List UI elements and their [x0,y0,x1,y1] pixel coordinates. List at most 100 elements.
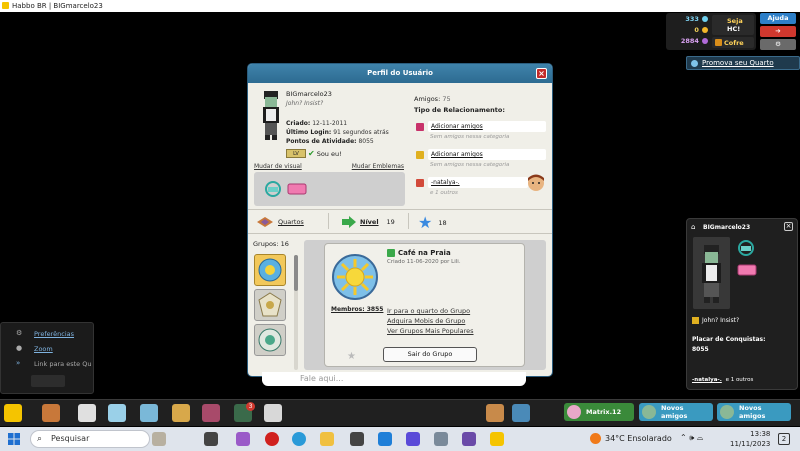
close-button[interactable]: × [536,68,547,79]
friend-avatar-icon [720,405,734,419]
info-relation-more: e 1 outros [725,377,754,383]
room-link-button[interactable] [31,375,65,387]
catalog-icon[interactable] [78,404,96,422]
habbo-menu-icon[interactable] [4,404,22,422]
mask-badge-icon [265,181,281,197]
logout-button[interactable]: ➔ [760,26,796,37]
rocket-app-icon[interactable] [462,432,476,446]
settings-button[interactable]: ⚙ [760,39,796,50]
shop-icon[interactable] [140,404,158,422]
search-placeholder: Pesquisar [51,434,90,443]
promote-room-button[interactable]: Promova seu Quarto [686,56,800,70]
vault-icon [715,39,722,46]
check-icon: ✔ [308,149,315,158]
friend-avatar-head [528,174,544,191]
change-look-link[interactable]: Mudar de visual [254,163,302,170]
navigator-icon[interactable] [42,404,60,422]
zoom-link[interactable]: Zoom [34,345,53,353]
notification-new-friends[interactable]: Novos amigos [639,403,713,421]
scrollbar-thumb[interactable] [294,255,298,291]
info-motto-text: John? Insist? [702,317,740,324]
habbo-app-icon[interactable] [490,432,504,446]
info-close-button[interactable]: × [784,222,793,231]
profile-status: LV ✔ Sou eu! [286,149,342,158]
tray-icons[interactable]: ⌃ 🕪 ⌓ [680,433,703,443]
leave-group-button[interactable]: Sair do Grupo [383,347,477,362]
duckets-value: 2884 [680,37,699,45]
friends-icon[interactable] [486,404,504,422]
pink-badge-icon [737,264,757,276]
groups-scrollbar[interactable] [294,255,298,370]
home-icon[interactable]: ⌂ [691,223,695,231]
mail-icon[interactable] [378,432,392,446]
notification-new-friends[interactable]: Novos amigos [717,403,791,421]
popular-groups-link[interactable]: Ver Grupos Mais Populares [387,326,474,336]
inventory-icon[interactable] [172,404,190,422]
relation-add-button[interactable]: Adicionar amigos [428,121,546,132]
relation-add-button[interactable]: Adicionar amigos [428,149,546,160]
search-icon: ⌕ [37,434,43,444]
task-view-icon[interactable] [204,432,218,446]
group-created: Criado 11-06-2020 por Lili. [387,259,461,265]
group-members-link[interactable]: Membros: 3855 [331,306,383,313]
avatar-icon[interactable] [108,404,126,422]
store-icon[interactable] [406,432,420,446]
group-item[interactable] [254,289,286,321]
taskbar-clock[interactable]: 13:38 11/11/2023 [730,429,770,449]
info-motto[interactable]: John? Insist? [692,317,739,324]
gear-icon: ⚙ [16,329,23,337]
relation-friend-link[interactable]: -natalya-. [428,177,528,188]
rooms-stat[interactable]: Quartos [256,216,304,228]
preferences-link[interactable]: Preferências [34,330,74,338]
diamond-icon [702,16,708,22]
chat-input[interactable]: Fale aqui... [262,372,526,386]
hc-button[interactable]: Seja HC! [712,15,754,35]
level-label: Nível [360,218,379,226]
stats-separator [328,213,329,229]
group-item-selected[interactable] [254,254,286,286]
help-button[interactable]: Ajuda [760,13,796,24]
file-explorer-icon[interactable] [320,432,334,446]
group-sun-badge [332,254,378,300]
notification-matrix[interactable]: Matrix.12 [564,403,634,421]
profile-window-header[interactable]: Perfil do Usuário × [248,64,552,83]
achievements-label: Placar de Conquistas: [692,336,766,343]
info-relation-name[interactable]: -natalya-. [692,377,722,383]
change-badges-link[interactable]: Mudar Emblemas [352,163,404,170]
sun-badge-icon [258,258,282,282]
currency-widget: 333 0 2884 Seja HC! Cofre [666,13,756,50]
friend-avatar-icon [642,405,656,419]
mask-badge-icon [738,240,754,256]
favorite-star-icon[interactable]: ★ [347,351,356,362]
taskbar-widget-icon[interactable] [152,432,166,446]
search-friends-icon[interactable] [512,404,530,422]
rooms-icon [257,217,273,227]
edge-icon[interactable] [292,432,306,446]
app-icon[interactable] [434,432,448,446]
camera-icon[interactable] [264,404,282,422]
friend-avatar-icon [567,405,581,419]
group-links: Ir para o quarto do Grupo Adquira Mobis … [387,306,474,336]
groups-count: 16 [280,240,289,248]
calculator-icon[interactable] [350,432,364,446]
notification-center-icon[interactable]: 2 [778,433,790,445]
info-achievements: Placar de Conquistas: 8055 [692,335,766,355]
friends-label: Amigos: [414,95,441,103]
group-item[interactable] [254,324,286,356]
opera-icon[interactable] [265,432,279,446]
info-avatar [693,237,730,309]
profile-window-title: Perfil do Usuário [367,69,433,77]
notification-line1: Novos [739,404,762,412]
buy-group-furni-link[interactable]: Adquira Mobis de Grupo [387,316,474,326]
vault-button[interactable]: Cofre [712,37,754,48]
habbo-icon [2,2,9,9]
weather-widget[interactable]: 34°C Ensolarado [590,433,672,444]
promote-label: Promova seu Quarto [702,59,774,67]
windows-start-icon[interactable] [8,433,20,445]
rooms-label: Quartos [278,218,304,226]
app-icon[interactable] [236,432,250,446]
taskbar-search[interactable]: ⌕ Pesquisar [30,430,150,448]
builder-icon[interactable] [202,404,220,422]
go-to-room-link[interactable]: Ir para o quarto do Grupo [387,306,474,316]
user-info-panel: ⌂ BIGmarcelo23 × John? Insist? Placar de… [686,218,798,390]
